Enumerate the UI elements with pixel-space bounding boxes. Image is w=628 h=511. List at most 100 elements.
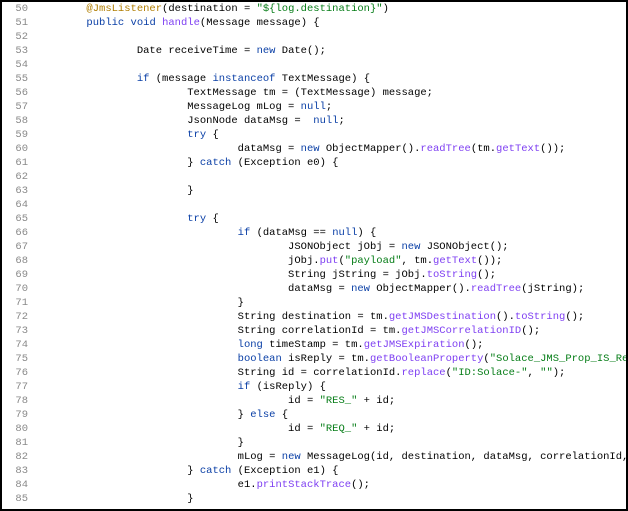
token-plain: }: [86, 157, 199, 169]
token-method: printStackTrace: [257, 479, 352, 491]
token-plain: [86, 353, 237, 365]
token-plain: ();: [465, 339, 484, 351]
code-line: }: [36, 492, 626, 506]
code-line: JsonNode dataMsg = null;: [36, 114, 626, 128]
token-str: "payload": [345, 255, 402, 267]
line-number: 72: [2, 310, 28, 324]
code-line: dataMsg = new ObjectMapper().readTree(jS…: [36, 282, 626, 296]
token-plain: {: [206, 129, 219, 141]
code-line: String destination = tm.getJMSDestinatio…: [36, 310, 626, 324]
token-plain: MessageLog(id, destination, dataMsg, cor…: [301, 451, 626, 463]
token-str: "REQ_": [320, 423, 358, 435]
line-number: 78: [2, 394, 28, 408]
token-str: "ID:Solace-": [452, 367, 528, 379]
line-number: 79: [2, 408, 28, 422]
code-line: MessageLog mLog = null;: [36, 100, 626, 114]
line-number: 55: [2, 72, 28, 86]
token-plain: (isReply) {: [250, 381, 326, 393]
token-kw: new: [401, 241, 420, 253]
line-number: 75: [2, 352, 28, 366]
token-plain: (tm.: [471, 143, 496, 155]
line-number: 70: [2, 282, 28, 296]
token-plain: , tm.: [402, 255, 434, 267]
code-line: try {: [36, 128, 626, 142]
line-number: 57: [2, 100, 28, 114]
code-line: long timeStamp = tm.getJMSExpiration();: [36, 338, 626, 352]
token-plain: JSONObject();: [420, 241, 508, 253]
token-plain: [86, 227, 237, 239]
token-plain: TextMessage tm = (TextMessage) message;: [86, 87, 433, 99]
token-method: getBooleanProperty: [370, 353, 483, 365]
line-number: 69: [2, 268, 28, 282]
token-plain: JsonNode dataMsg =: [86, 115, 313, 127]
line-number: 54: [2, 58, 28, 72]
token-kw: if: [238, 227, 251, 239]
token-plain: (Exception e1) {: [231, 465, 338, 477]
token-kw: if: [238, 381, 251, 393]
code-line: Date receiveTime = new Date();: [36, 44, 626, 58]
token-kw: new: [257, 45, 276, 57]
token-plain: ;: [338, 115, 344, 127]
line-number: 53: [2, 44, 28, 58]
token-plain: ObjectMapper().: [370, 283, 471, 295]
token-plain: ObjectMapper().: [320, 143, 421, 155]
token-method: readTree: [471, 283, 521, 295]
token-method: getJMSExpiration: [364, 339, 465, 351]
token-kw: new: [282, 451, 301, 463]
code-line: JSONObject jObj = new JSONObject();: [36, 240, 626, 254]
line-number: 65: [2, 212, 28, 226]
token-plain: [86, 213, 187, 225]
code-line: String id = correlationId.replace("ID:So…: [36, 366, 626, 380]
line-number: 76: [2, 366, 28, 380]
token-method: getText: [496, 143, 540, 155]
token-plain: ());: [477, 255, 502, 267]
code-viewer: 5051525354555657585960616263646566676869…: [2, 2, 626, 506]
line-number: 68: [2, 254, 28, 268]
token-plain: e1.: [86, 479, 256, 491]
token-plain: ,: [528, 367, 541, 379]
token-kw: try: [187, 129, 206, 141]
token-kw: instanceof: [212, 73, 275, 85]
code-line: [36, 170, 626, 184]
line-number: 85: [2, 492, 28, 506]
code-line: e1.printStackTrace();: [36, 478, 626, 492]
token-plain: id =: [86, 423, 319, 435]
code-line: if (dataMsg == null) {: [36, 226, 626, 240]
token-plain: mLog =: [86, 451, 281, 463]
token-plain: (Exception e0) {: [231, 157, 338, 169]
token-plain: Date receiveTime =: [86, 45, 256, 57]
token-str: "RES_": [320, 395, 358, 407]
token-plain: [86, 73, 136, 85]
code-line: }: [36, 436, 626, 450]
token-plain: ().: [496, 311, 515, 323]
line-number: 84: [2, 478, 28, 492]
token-kw: if: [137, 73, 150, 85]
token-method: getJMSCorrelationID: [401, 325, 521, 337]
token-plain: }: [86, 493, 193, 505]
line-number: 82: [2, 450, 28, 464]
token-plain: JSONObject jObj =: [86, 241, 401, 253]
line-number-gutter: 5051525354555657585960616263646566676869…: [2, 2, 36, 506]
code-line: jObj.put("payload", tm.getText());: [36, 254, 626, 268]
token-plain: dataMsg =: [86, 283, 351, 295]
line-number: 64: [2, 198, 28, 212]
token-method: getText: [433, 255, 477, 267]
token-plain: ;: [326, 101, 332, 113]
code-line: } catch (Exception e1) {: [36, 464, 626, 478]
code-line: public void handle(Message message) {: [36, 16, 626, 30]
token-plain: String jString = jObj.: [86, 269, 426, 281]
code-line: @JmsListener(destination = "${log.destin…: [36, 2, 626, 16]
token-plain: }: [86, 297, 244, 309]
token-plain: (message: [149, 73, 212, 85]
token-kw: boolean: [238, 353, 282, 365]
token-kw: void: [131, 17, 156, 29]
token-plain: id =: [86, 395, 319, 407]
token-str: "": [540, 367, 553, 379]
token-method: toString: [427, 269, 477, 281]
line-number: 61: [2, 156, 28, 170]
token-plain: ());: [540, 143, 565, 155]
token-plain: (jString);: [521, 283, 584, 295]
line-number: 74: [2, 338, 28, 352]
line-number: 60: [2, 142, 28, 156]
line-number: 63: [2, 184, 28, 198]
